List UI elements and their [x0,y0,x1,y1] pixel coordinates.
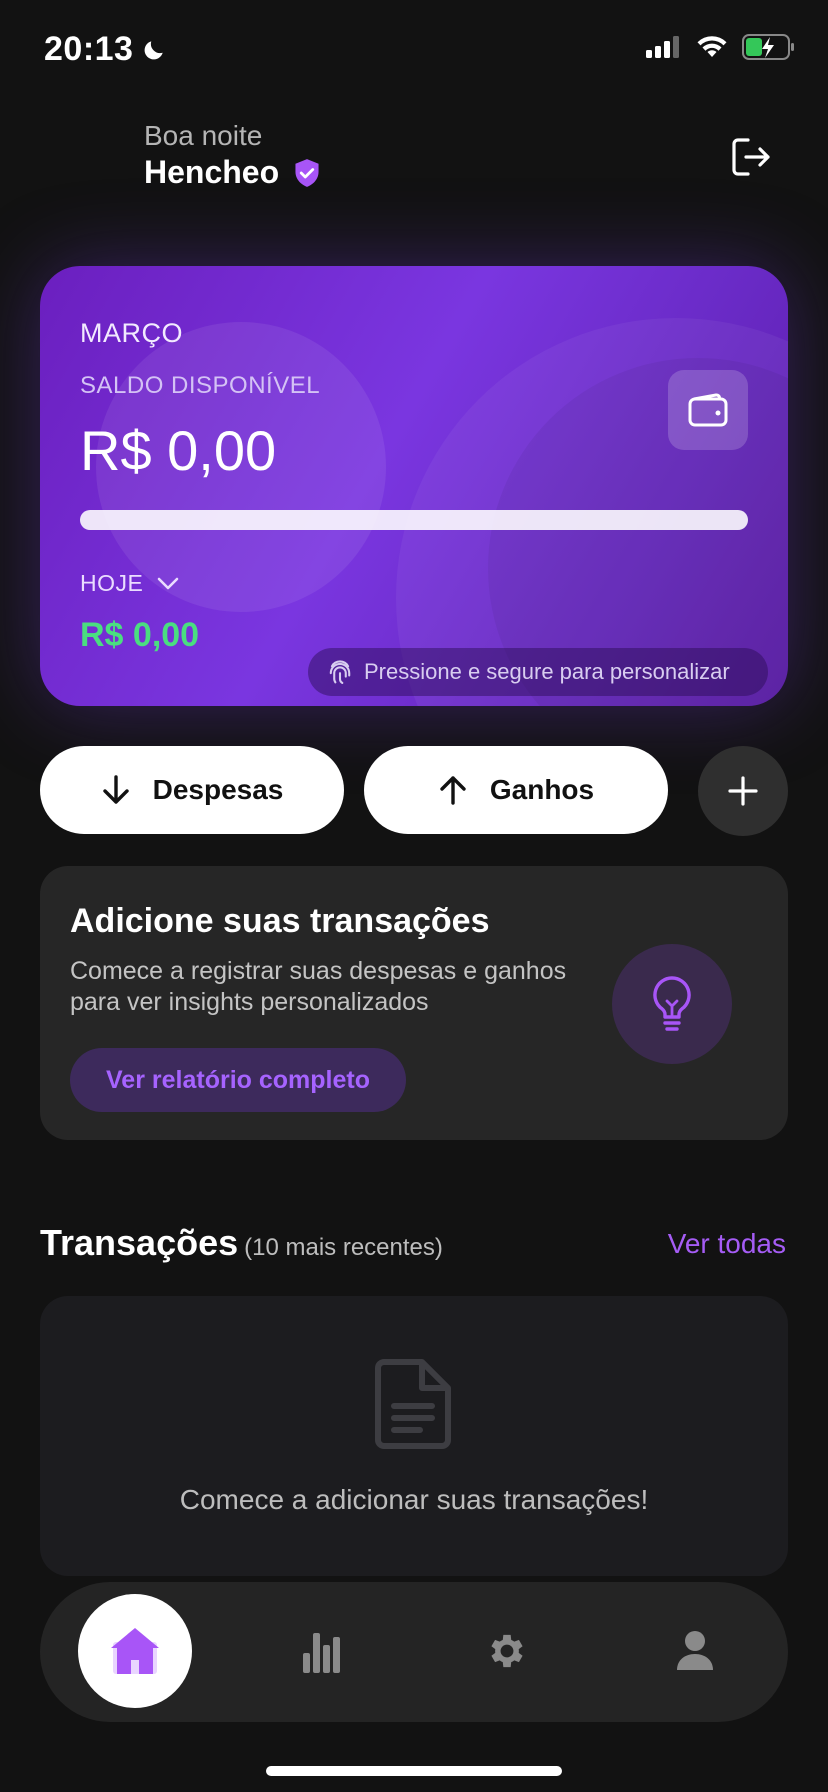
transactions-subtitle: (10 mais recentes) [244,1234,443,1261]
arrow-up-icon [440,776,466,805]
nav-home[interactable] [78,1594,192,1708]
user-name: Hencheo [144,154,280,190]
user-row: Hencheo [144,154,321,191]
status-time-text: 20:13 [44,30,134,68]
available-balance-label: SALDO DISPONÍVEL [80,372,321,399]
empty-state-message: Comece a adicionar suas transações! [179,1484,649,1515]
insight-description: Comece a registrar suas despesas e ganho… [70,957,567,1016]
period-label: HOJE [80,570,144,596]
fingerprint-icon [329,660,351,684]
transactions-title: Transações [40,1222,239,1263]
card-month: MARÇO [80,318,183,348]
add-button[interactable] [698,746,788,836]
expenses-button-label: Despesas [152,774,284,805]
home-icon [111,1628,159,1674]
nav-stats[interactable] [264,1594,378,1708]
lightbulb-badge [612,944,732,1064]
insight-title: Adicione suas transações [70,902,490,940]
income-button[interactable]: Ganhos [364,746,668,834]
wifi-icon [697,36,727,57]
greeting: Boa noite [144,120,263,151]
insight-card: Adicione suas transações Comece a regist… [40,866,788,1140]
plus-icon [728,776,758,806]
period-selector[interactable]: HOJE [80,570,179,597]
moon-icon [145,40,164,59]
home-indicator [266,1766,562,1776]
nav-profile[interactable] [638,1594,752,1708]
cellular-signal-icon [646,36,679,58]
lightbulb-icon [653,976,691,1031]
status-indicators [646,34,796,60]
bar-chart-icon [303,1633,340,1673]
wallet-icon [688,393,728,427]
customize-hint-text: Pressione e segure para personalizar [364,659,730,684]
transactions-empty-state: Comece a adicionar suas transações! [40,1296,788,1576]
person-icon [677,1631,713,1670]
logout-icon [732,138,770,176]
full-report-button[interactable]: Ver relatório completo [70,1048,406,1112]
arrow-down-icon [102,775,129,804]
income-button-label: Ganhos [489,774,595,805]
expenses-button[interactable]: Despesas [40,746,344,834]
battery-charging-icon [742,34,794,60]
verified-shield-icon [295,158,319,187]
gear-icon [491,1634,523,1668]
customize-hint: Pressione e segure para personalizar [308,648,768,696]
nav-settings[interactable] [450,1594,564,1708]
see-all-link[interactable]: Ver todas [668,1228,786,1260]
wallet-button[interactable] [668,370,748,450]
bottom-nav [40,1582,788,1722]
budget-progress-bar [80,510,748,530]
document-icon [375,1359,451,1449]
available-balance-value: R$ 0,00 [80,419,277,482]
status-time: 20:13 [44,30,167,69]
transactions-heading: Transações (10 mais recentes) [40,1222,443,1264]
period-value: R$ 0,00 [80,616,200,654]
chevron-down-icon [158,577,179,589]
balance-card[interactable]: MARÇO SALDO DISPONÍVEL R$ 0,00 HOJE R$ 0… [40,266,788,706]
logout-button[interactable] [728,134,774,180]
